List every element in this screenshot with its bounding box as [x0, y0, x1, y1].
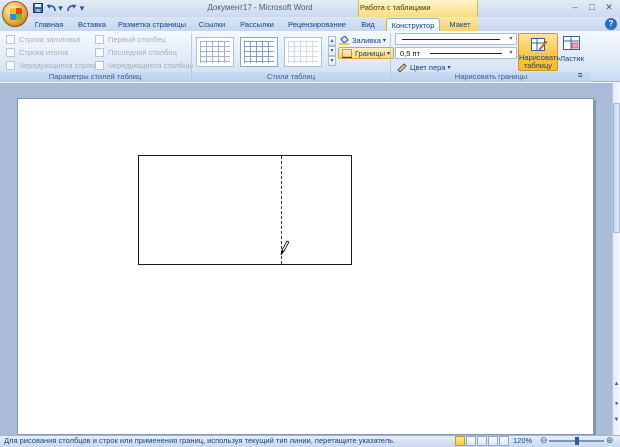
zoom-out-icon[interactable]: ⊖: [540, 435, 548, 446]
scroll-up-icon[interactable]: ▴: [328, 36, 336, 46]
close-icon[interactable]: ✕: [601, 2, 617, 13]
outline-view-icon[interactable]: [488, 436, 498, 446]
line-weight-dropdown[interactable]: 0,5 пт ▾: [395, 47, 517, 59]
office-logo-icon: [10, 8, 22, 20]
scroll-down-icon[interactable]: ▾: [328, 46, 336, 56]
paint-bucket-icon: [339, 34, 349, 45]
table-style-thumbnail[interactable]: [284, 37, 322, 67]
tab-design[interactable]: Конструктор: [386, 18, 440, 31]
customize-icon[interactable]: ▾: [78, 2, 86, 14]
vertical-scrollbar[interactable]: ▲ ● ▼: [612, 83, 620, 435]
table-styles-group-label: Стили таблиц: [192, 72, 390, 82]
window-title: Документ17 - Microsoft Word: [207, 3, 313, 12]
borders-button[interactable]: Границы ▾: [338, 47, 395, 59]
dialog-launcher-icon[interactable]: ⧉: [578, 73, 586, 81]
gallery-more-icon[interactable]: ▾: [328, 56, 336, 66]
tab-mailings[interactable]: Рассылки: [236, 18, 278, 31]
tab-view[interactable]: Вид: [356, 18, 380, 31]
redo-icon[interactable]: [65, 2, 78, 14]
pen-icon: [397, 62, 407, 73]
document-page[interactable]: [17, 98, 594, 435]
banded-columns-checkbox[interactable]: Чередующиеся столбцы: [95, 60, 193, 71]
prev-page-icon[interactable]: ▲: [613, 381, 620, 387]
last-column-checkbox[interactable]: Последний столбец: [95, 47, 177, 58]
maximize-icon[interactable]: □: [584, 2, 600, 13]
save-icon[interactable]: [31, 2, 44, 14]
table-style-options-group-label: Параметры стилей таблиц: [0, 72, 190, 82]
table-style-thumbnail[interactable]: [240, 37, 278, 67]
eraser-button[interactable]: Ластик: [560, 33, 584, 71]
table-style-thumbnail[interactable]: [196, 37, 234, 67]
pencil-cursor-icon: [280, 240, 290, 256]
draft-view-icon[interactable]: [499, 436, 509, 446]
eraser-icon: [563, 36, 580, 50]
tab-home[interactable]: Главная: [30, 18, 68, 31]
chevron-down-icon: ▾: [509, 50, 513, 56]
undo-dropdown-icon[interactable]: ▾: [57, 2, 64, 14]
tab-references[interactable]: Ссылки: [194, 18, 230, 31]
header-row-checkbox[interactable]: Строка заголовка: [6, 34, 80, 45]
status-message: Для рисования столбцов и строк или приме…: [4, 436, 396, 445]
line-style-dropdown[interactable]: ▾: [395, 33, 517, 45]
zoom-slider-thumb[interactable]: [575, 437, 579, 445]
minimize-icon[interactable]: –: [567, 2, 583, 13]
help-icon[interactable]: ?: [605, 18, 617, 30]
draw-borders-group-label: Нарисовать границы: [391, 72, 591, 82]
tab-layout[interactable]: Макет: [444, 18, 476, 31]
select-browse-object-icon[interactable]: ●: [613, 401, 620, 407]
zoom-in-icon[interactable]: ⊕: [606, 435, 614, 446]
drawn-table[interactable]: [138, 155, 352, 265]
first-column-checkbox[interactable]: Первый столбец: [95, 34, 166, 45]
tab-insert[interactable]: Вставка: [72, 18, 112, 31]
tab-page-layout[interactable]: Разметка страницы: [116, 18, 188, 31]
banded-rows-checkbox[interactable]: Чередующиеся строки: [6, 60, 98, 71]
next-page-icon[interactable]: ▼: [613, 417, 620, 423]
draw-table-icon: [531, 38, 547, 51]
print-layout-view-icon[interactable]: [455, 436, 465, 446]
office-button[interactable]: [2, 1, 28, 27]
shading-button[interactable]: Заливка ▾: [339, 34, 386, 46]
total-row-checkbox[interactable]: Строка итогов: [6, 47, 68, 58]
full-screen-reading-icon[interactable]: [466, 436, 476, 446]
zoom-level[interactable]: 120%: [513, 436, 532, 445]
scrollbar-thumb[interactable]: [613, 103, 620, 233]
web-layout-icon[interactable]: [477, 436, 487, 446]
contextual-group-label: Работа с таблицами: [360, 3, 431, 12]
chevron-down-icon: ▾: [509, 36, 513, 42]
borders-icon: [342, 48, 352, 58]
tab-review[interactable]: Рецензирование: [284, 18, 350, 31]
draw-table-button[interactable]: Нарисовать таблицу: [518, 33, 560, 71]
